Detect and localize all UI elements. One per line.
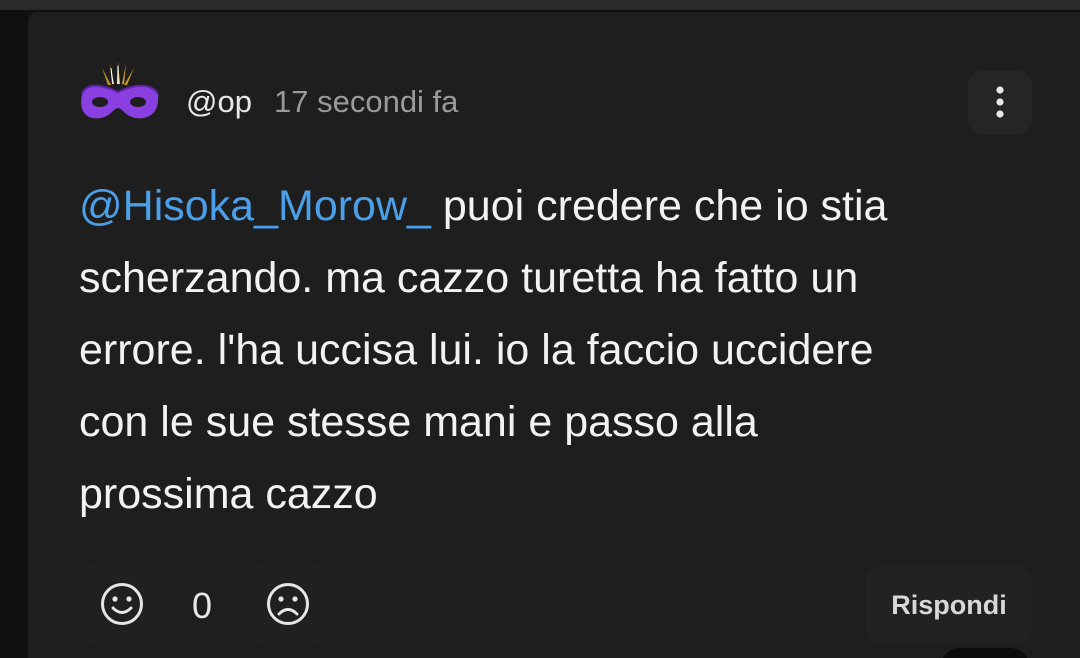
bottom-overlay	[940, 648, 1030, 658]
comment-message: puoi credere che io stia scherzando. ma …	[79, 182, 888, 518]
reply-button-label: Rispondi	[891, 589, 1007, 620]
comment-username[interactable]: @op	[186, 84, 252, 120]
top-divider	[0, 0, 1080, 10]
comment-timestamp: 17 secondi fa	[274, 84, 459, 119]
user-avatar[interactable]	[78, 62, 162, 128]
vertical-dots-icon	[996, 86, 1004, 118]
comment-screen: @op 17 secondi fa @Hisoka_Morow_ puoi cr…	[0, 0, 1080, 658]
mention-link[interactable]: @Hisoka_Morow_	[79, 182, 431, 230]
like-button[interactable]	[80, 562, 164, 646]
more-options-button[interactable]	[968, 70, 1032, 134]
sad-face-icon	[267, 583, 309, 625]
dislike-button[interactable]	[246, 562, 330, 646]
like-count: 0	[192, 585, 213, 626]
smile-face-icon	[101, 583, 143, 625]
comment-text: @Hisoka_Morow_ puoi credere che io stia …	[79, 170, 999, 530]
reply-button[interactable]: Rispondi	[866, 566, 1032, 644]
purple-mask-icon	[81, 62, 159, 119]
